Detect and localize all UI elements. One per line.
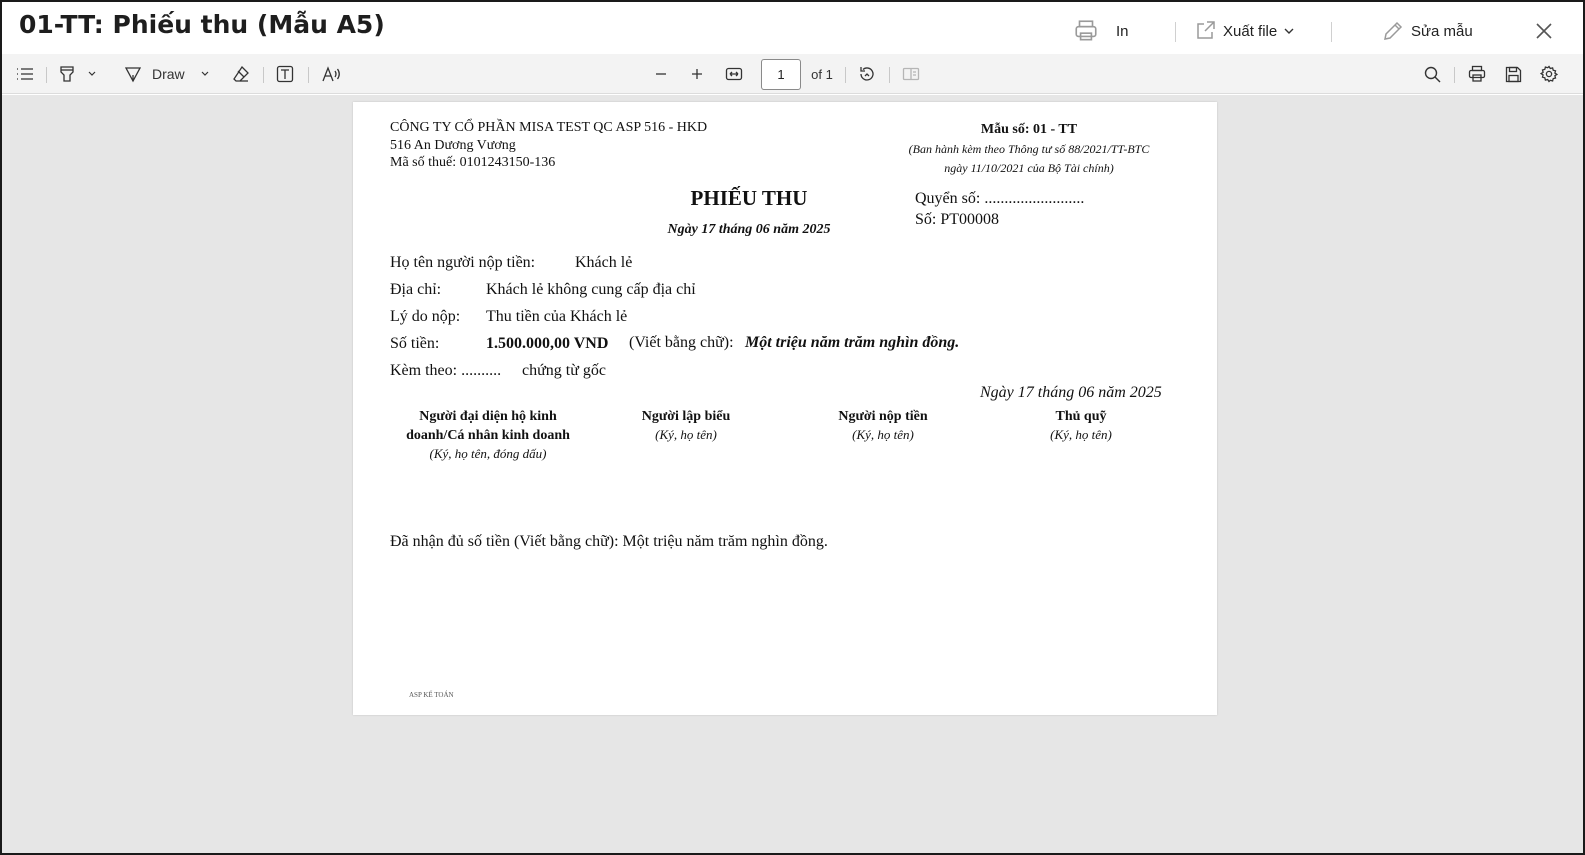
signature-block-payer: Người nộp tiền (Ký, họ tên) <box>838 409 928 442</box>
attachment-value: chứng từ gốc <box>522 362 606 379</box>
draw-button[interactable]: Draw <box>152 62 190 86</box>
print-button[interactable]: In <box>1073 16 1129 46</box>
toolbar-print-icon[interactable] <box>1466 62 1488 86</box>
dialog-title: 01-TT: Phiếu thu (Mẫu A5) <box>19 10 385 39</box>
highlight-icon[interactable] <box>57 62 77 86</box>
company-tax-code: Mã số thuế: 0101243150-136 <box>390 155 556 170</box>
amount-words-label: (Viết bằng chữ): <box>629 334 734 351</box>
fit-width-icon[interactable] <box>723 62 745 86</box>
signature-block-owner: Người đại diện hộ kinh doanh/Cá nhân kin… <box>406 409 570 461</box>
payer-label: Họ tên người nộp tiền: <box>390 254 536 271</box>
amount-label: Số tiền: <box>390 335 440 352</box>
export-file-button[interactable]: Xuất file <box>1193 16 1295 46</box>
draw-options-chevron-icon[interactable] <box>198 62 212 86</box>
amount-words-value: Một triệu năm trăm nghìn đồng. <box>745 334 960 351</box>
text-box-icon[interactable] <box>275 62 295 86</box>
payer-value: Khách lẻ <box>575 254 633 271</box>
reason-value: Thu tiền của Khách lẻ <box>486 308 628 325</box>
printer-icon <box>1073 18 1099 44</box>
pdf-toolbar: Draw 1 of 1 <box>2 54 1583 94</box>
close-icon <box>1534 21 1554 41</box>
print-label: In <box>1116 22 1129 40</box>
share-export-icon <box>1193 19 1217 43</box>
settings-gear-icon[interactable] <box>1538 62 1560 86</box>
book-number: Quyển số: ......................... <box>915 190 1085 207</box>
received-amount-note: Đã nhận đủ số tiền (Viết bằng chữ): Một … <box>390 533 828 550</box>
draw-label: Draw <box>152 66 185 82</box>
report-preview-window: 01-TT: Phiếu thu (Mẫu A5) In Xuất file S… <box>0 0 1585 855</box>
rotate-icon[interactable] <box>856 62 878 86</box>
save-icon[interactable] <box>1502 62 1524 86</box>
edit-template-button[interactable]: Sửa mẫu <box>1381 16 1473 46</box>
dialog-header: 01-TT: Phiếu thu (Mẫu A5) In Xuất file S… <box>2 2 1583 54</box>
amount-value: 1.500.000,00 VND <box>486 335 609 352</box>
document-date: Ngày 17 tháng 06 năm 2025 <box>667 222 831 237</box>
draw-pen-icon[interactable] <box>123 62 143 86</box>
highlight-options-chevron-icon[interactable] <box>85 62 99 86</box>
form-note-line-2: ngày 11/10/2021 của Bộ Tài chính) <box>944 161 1114 175</box>
signature-block-cashier: Thủ quỹ (Ký, họ tên) <box>1050 409 1112 442</box>
page-number-input[interactable] <box>761 59 801 90</box>
search-icon[interactable] <box>1422 62 1442 86</box>
receipt-page: CÔNG TY CỔ PHẦN MISA TEST QC ASP 516 - H… <box>353 102 1217 715</box>
read-aloud-icon[interactable] <box>320 62 342 86</box>
close-button[interactable] <box>1534 16 1554 46</box>
export-file-label: Xuất file <box>1223 22 1278 40</box>
page-count: of 1 <box>811 66 833 82</box>
document-viewer[interactable]: CÔNG TY CỔ PHẦN MISA TEST QC ASP 516 - H… <box>2 95 1583 853</box>
reason-label: Lý do nộp: <box>390 308 461 325</box>
document-heading: PHIẾU THU <box>690 186 808 210</box>
company-name: CÔNG TY CỔ PHẦN MISA TEST QC ASP 516 - H… <box>390 120 708 135</box>
zoom-in-icon[interactable] <box>688 62 706 86</box>
chevron-down-icon <box>1283 25 1295 37</box>
form-number: Mẫu số: 01 - TT <box>980 122 1078 137</box>
signature-date: Ngày 17 tháng 06 năm 2025 <box>980 384 1162 401</box>
attachment-label: Kèm theo: .......... <box>390 362 502 379</box>
footer-brand: ASP KẾ TOÁN <box>409 691 454 699</box>
form-note-line-1: (Ban hành kèm theo Thông tư số 88/2021/T… <box>908 142 1150 156</box>
page-view-icon <box>900 62 922 86</box>
eraser-icon[interactable] <box>231 62 251 86</box>
address-label: Địa chỉ: <box>390 281 442 298</box>
pencil-icon <box>1381 19 1405 43</box>
edit-template-label: Sửa mẫu <box>1411 22 1473 40</box>
outline-list-icon[interactable] <box>14 62 36 86</box>
zoom-out-icon[interactable] <box>652 62 670 86</box>
company-address: 516 An Dương Vương <box>390 138 516 153</box>
voucher-number: Số: PT00008 <box>915 211 1000 228</box>
address-value: Khách lẻ không cung cấp địa chỉ <box>486 281 696 298</box>
signature-block-preparer: Người lập biểu (Ký, họ tên) <box>641 409 731 442</box>
